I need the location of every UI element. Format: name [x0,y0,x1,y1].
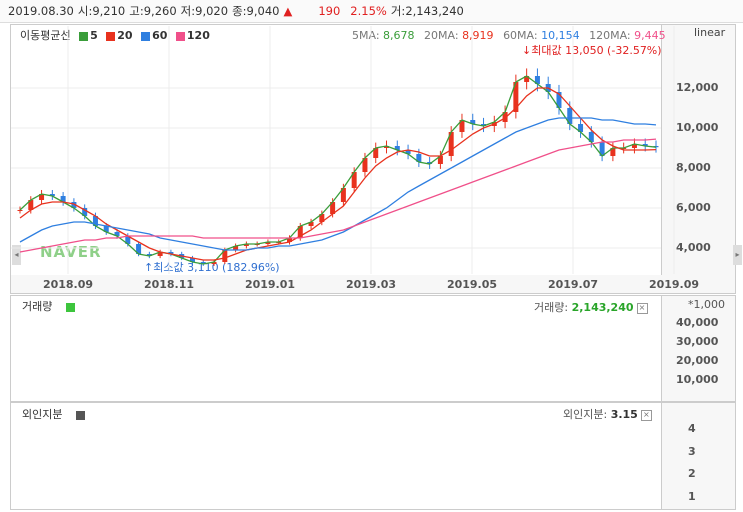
price-tick-label: 6,000 [676,201,711,214]
ma60-value: 10,154 [541,29,580,42]
volume-swatch [66,302,76,312]
volume-readout-label: 거래량: [534,301,569,314]
volume-value-readout: 거래량: 2,143,240 × [534,299,648,315]
ma20-swatch [106,31,116,41]
date-tick-label: 2019.05 [446,278,498,291]
high-label: 고: [129,4,144,18]
foreign-title: 외인지분 [22,406,87,422]
low-label: 저: [180,4,196,18]
scale-mode[interactable]: linear [694,26,725,39]
foreign-value-readout: 외인지분: 3.15 × [563,406,652,422]
ma120-swatch [175,31,185,41]
foreign-readout-label: 외인지분: [563,408,608,421]
volume-tick-label: 40,000 [676,316,719,330]
volume-tick-label: 20,000 [676,354,719,368]
open-value: 9,210 [92,4,126,18]
foreign-tick-label: 3 [688,444,696,458]
scroll-right-button[interactable]: ▸ [733,245,742,265]
min-annotation-text: 최소값 3,110 (182.96%) [153,261,280,274]
close-value: 9,040 [246,4,280,18]
date-tick-label: 2019.09 [648,278,700,291]
price-tick-label: 8,000 [676,161,711,174]
ma20-value-label: 20MA: [424,29,459,42]
ma-values: 5MA: 8,678 20MA: 8,919 60MA: 10,154 120M… [352,29,666,42]
ma20-label: 20 [117,29,133,42]
ma60-value-label: 60MA: [503,29,538,42]
quote-bar: 2019.08.30 시: 9,210 고: 9,260 저: 9,020 종: 9,0… [0,0,743,23]
foreign-tick-label: 1 [688,489,696,503]
ma60-label: 60 [152,29,168,42]
change-percent: 2.15% [350,4,387,18]
volume-tick-label: 30,000 [676,335,719,349]
ma5-label: 5 [90,29,98,42]
ma-legend-title: 이동평균선 [20,29,71,42]
volume-close-icon[interactable]: × [636,302,648,314]
ma-legend: 이동평균선 5 20 60 120 [20,27,210,43]
foreign-title-text: 외인지분 [22,408,63,421]
ma5-value: 8,678 [383,29,415,42]
date-tick-label: 2019.07 [547,278,599,291]
low-value: 9,020 [195,4,229,18]
ma5-value-label: 5MA: [352,29,380,42]
foreign-tick-label: 2 [688,467,696,481]
max-arrow-icon: ↓ [522,44,532,57]
price-tick-label: 12,000 [676,81,719,94]
foreign-close-icon[interactable]: × [640,409,652,421]
volume-value: 2,143,240 [405,4,464,18]
date-tick-label: 2018.11 [143,278,195,291]
up-arrow-icon: ▲ [283,4,293,18]
foreign-axis [661,403,735,509]
ma120-value: 9,445 [634,29,666,42]
price-panel [10,24,736,276]
volume-title: 거래량 [22,298,77,314]
volume-unit: *1,000 [688,298,725,311]
max-annotation: ↓최대값 13,050 (-32.57%) [522,42,662,58]
ma120-label: 120 [186,29,210,42]
foreign-readout-value: 3.15 [610,408,638,421]
price-tick-label: 4,000 [676,241,711,254]
open-label: 시: [77,4,93,18]
ma60-swatch [141,31,151,41]
scroll-left-button[interactable]: ◂ [12,245,21,265]
date-tick-label: 2019.03 [345,278,397,291]
close-label: 종: [232,4,247,18]
min-arrow-icon: ↑ [144,261,154,274]
volume-tick-label: 10,000 [676,373,719,387]
max-annotation-text: 최대값 13,050 (-32.57%) [531,44,662,57]
volume-title-text: 거래량 [22,300,53,313]
date-tick-label: 2019.01 [244,278,296,291]
ma20-value: 8,919 [462,29,494,42]
ma120-value-label: 120MA: [589,29,631,42]
naver-logo: NAVER [40,243,102,261]
foreign-tick-label: 4 [688,422,696,436]
min-annotation: ↑최소값 3,110 (182.96%) [144,259,280,275]
volume-readout-value: 2,143,240 [571,301,634,314]
price-axis [661,25,735,275]
volume-label: 거: [390,4,406,18]
quote-date: 2019.08.30 [8,4,74,18]
price-tick-label: 10,000 [676,121,719,134]
change-value: 190 [318,4,341,18]
foreign-swatch [76,410,86,420]
ma5-swatch [79,31,89,41]
date-tick-label: 2018.09 [42,278,94,291]
high-value: 9,260 [143,4,177,18]
